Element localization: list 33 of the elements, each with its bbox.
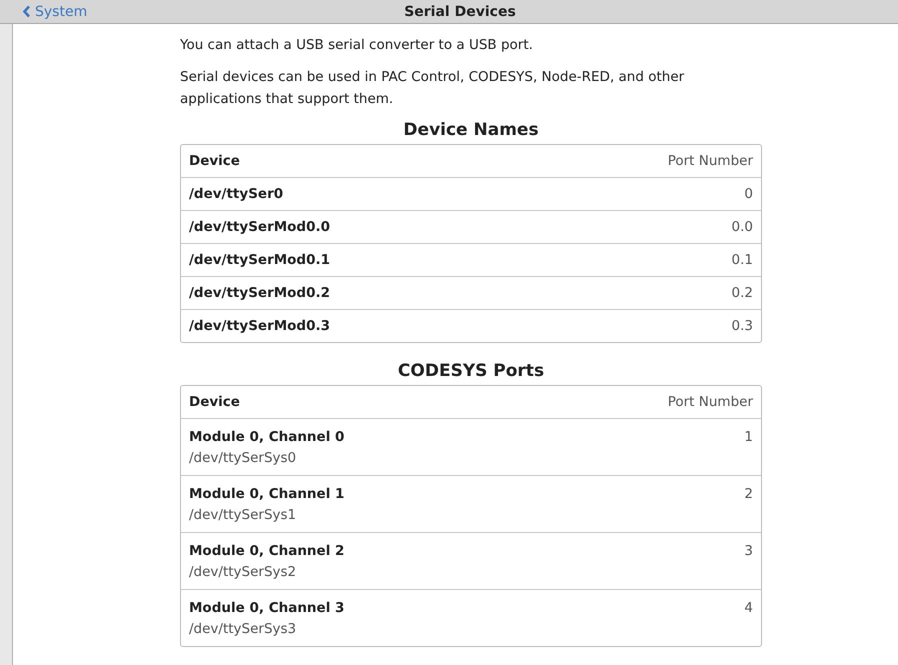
port-number: 0.1: [732, 251, 753, 270]
device-name: /dev/ttySerMod0.3: [189, 317, 330, 336]
column-header: Device: [189, 393, 240, 412]
back-link[interactable]: System: [22, 4, 88, 20]
column-header: Port Number: [668, 152, 753, 171]
device-path: /dev/ttySerSys3: [189, 620, 298, 639]
device-path: /dev/ttySerSys1: [189, 506, 298, 525]
port-number: 3: [744, 542, 753, 561]
device-name: /dev/ttySerMod0.1: [189, 251, 330, 270]
table-title: CODESYS Ports: [396, 361, 546, 381]
port-number: 0.0: [732, 218, 753, 237]
device-name: Module 0, Channel 1: [189, 485, 344, 504]
device-name: /dev/ttySerMod0.0: [189, 218, 330, 237]
port-number: 0.3: [732, 317, 753, 336]
device-path: /dev/ttySerSys2: [189, 563, 298, 582]
port-number: 2: [744, 485, 753, 504]
device-name: Module 0, Channel 2: [189, 542, 344, 561]
table-title: Device Names: [402, 120, 540, 140]
device-name: Module 0, Channel 3: [189, 599, 344, 618]
column-header: Device: [189, 152, 240, 171]
intro-text: You can attach a USB serial converter to a USB port.: [180, 36, 534, 55]
device-path: /dev/ttySerSys0: [189, 449, 298, 468]
intro-text: Serial devices can be used in PAC Control, CODESYS, Node-RED, and other applications that support them.: [180, 68, 686, 109]
device-name: /dev/ttySerMod0.2: [189, 284, 330, 303]
device-name: /dev/ttySer0: [189, 185, 284, 204]
port-number: 0: [744, 185, 753, 204]
port-number: 4: [744, 599, 753, 618]
chevron-left-icon: [22, 5, 31, 18]
column-header: Port Number: [668, 393, 753, 412]
device-name: Module 0, Channel 0: [189, 428, 344, 447]
page-title: Serial Devices: [404, 4, 516, 20]
port-number: 0.2: [732, 284, 753, 303]
port-number: 1: [744, 428, 753, 447]
